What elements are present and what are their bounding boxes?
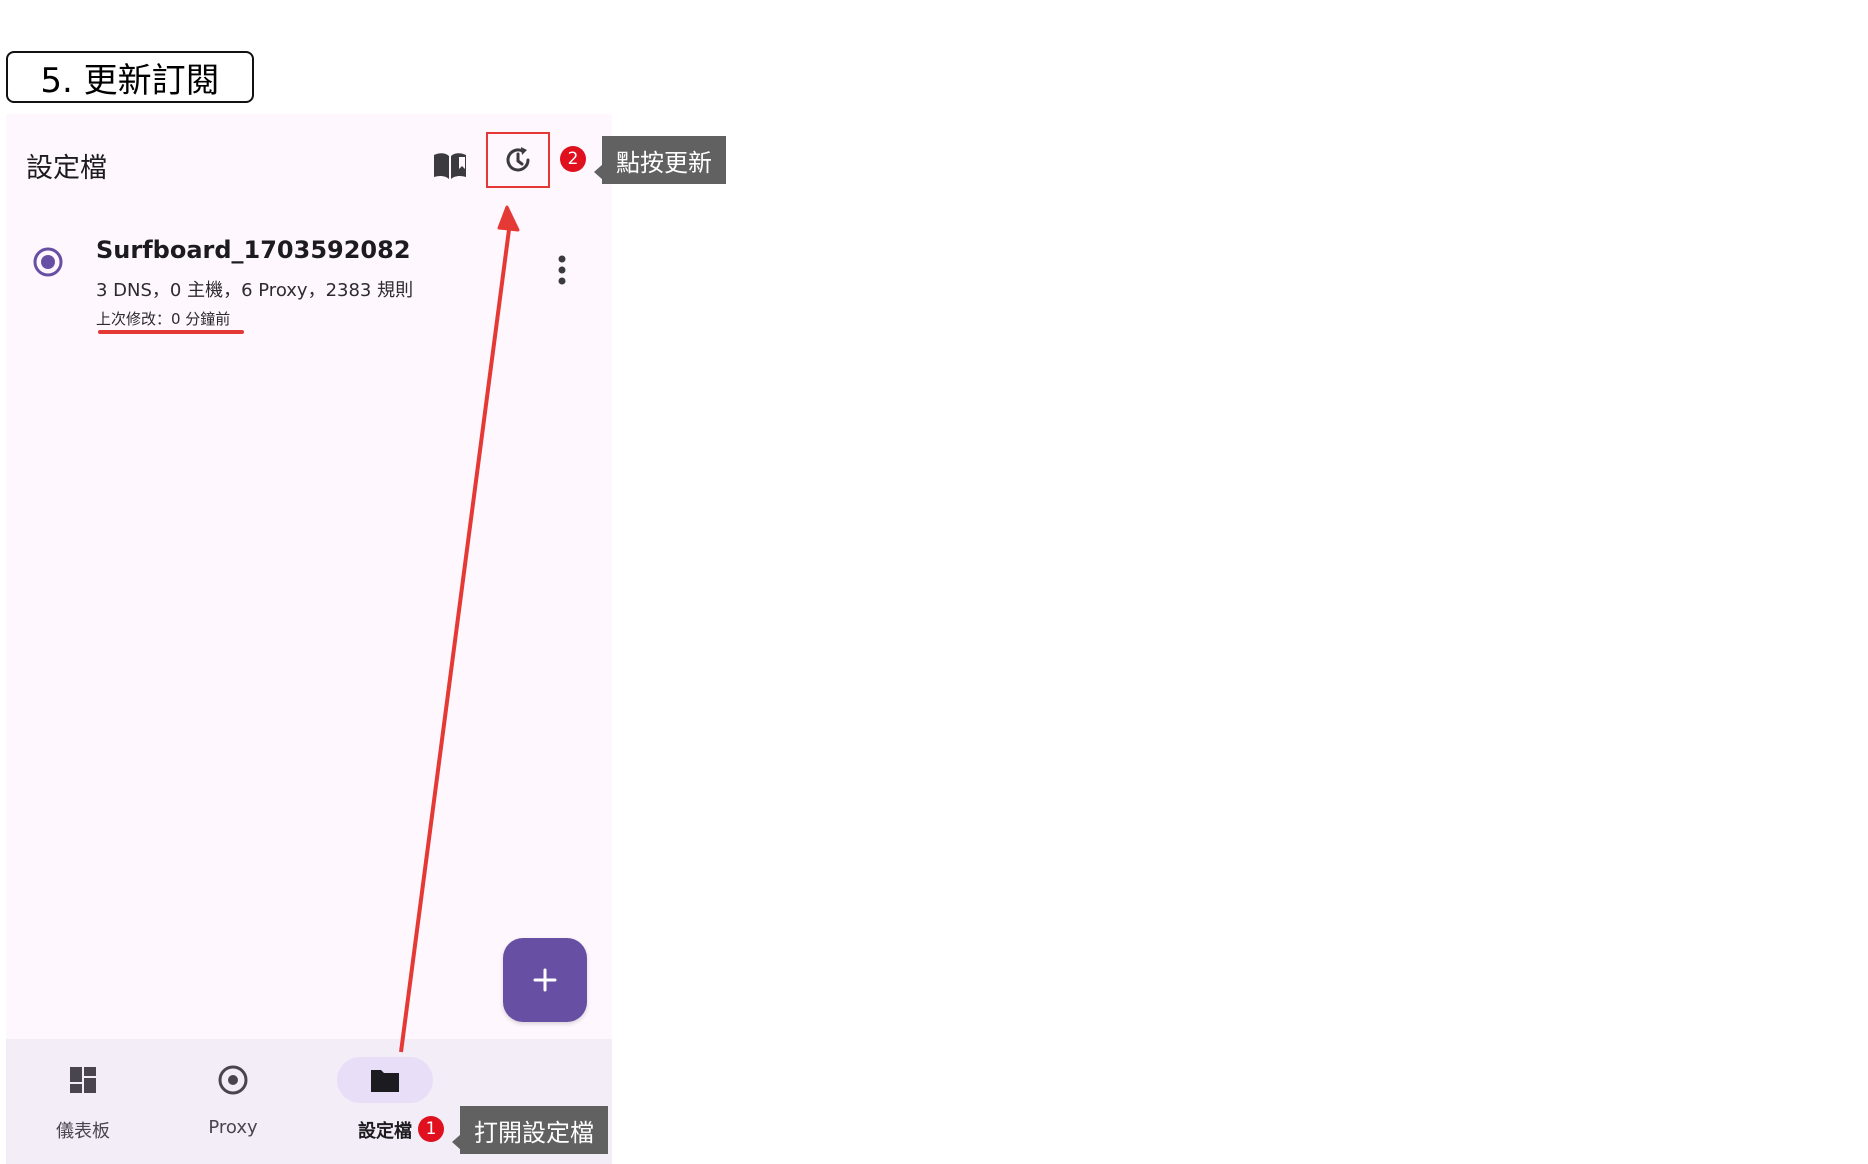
more-vert-icon[interactable] — [542, 250, 582, 290]
plus-icon — [533, 968, 557, 992]
annotation-callout-1: 打開設定檔 — [452, 1106, 608, 1154]
annotation-badge-1: 1 — [418, 1116, 444, 1142]
nav-label: 儀表板 — [56, 1121, 110, 1142]
radio-selected-icon[interactable] — [32, 246, 64, 278]
nav-label: Proxy — [208, 1117, 258, 1138]
app-screen: 設定檔 Surfboard_1703592082 3 DNS，0 主機，6 Pr… — [6, 114, 612, 1164]
proxy-icon — [218, 1065, 248, 1095]
profile-stats: 3 DNS，0 主機，6 Proxy，2383 規則 — [96, 280, 414, 301]
annotation-callout-2: 點按更新 — [594, 136, 726, 184]
annotation-badge-2: 2 — [560, 146, 586, 172]
profile-modified: 上次修改：0 分鐘前 — [96, 310, 231, 328]
profile-name: Surfboard_1703592082 — [96, 236, 411, 264]
nav-item-dashboard[interactable]: 儀表板 — [8, 1039, 158, 1154]
docs-button[interactable] — [420, 136, 480, 196]
nav-item-proxy[interactable]: Proxy — [158, 1039, 308, 1154]
profile-list-item[interactable]: Surfboard_1703592082 3 DNS，0 主機，6 Proxy，… — [6, 224, 612, 334]
refresh-button[interactable] — [486, 132, 550, 188]
add-profile-button[interactable] — [503, 938, 587, 1022]
step-title: 5. 更新訂閱 — [6, 51, 254, 103]
page-title: 設定檔 — [26, 153, 107, 184]
folder-icon — [371, 1070, 399, 1092]
annotation-underline — [98, 330, 244, 334]
book-open-icon — [434, 153, 466, 179]
dashboard-icon — [70, 1067, 96, 1093]
refresh-icon — [506, 147, 530, 172]
